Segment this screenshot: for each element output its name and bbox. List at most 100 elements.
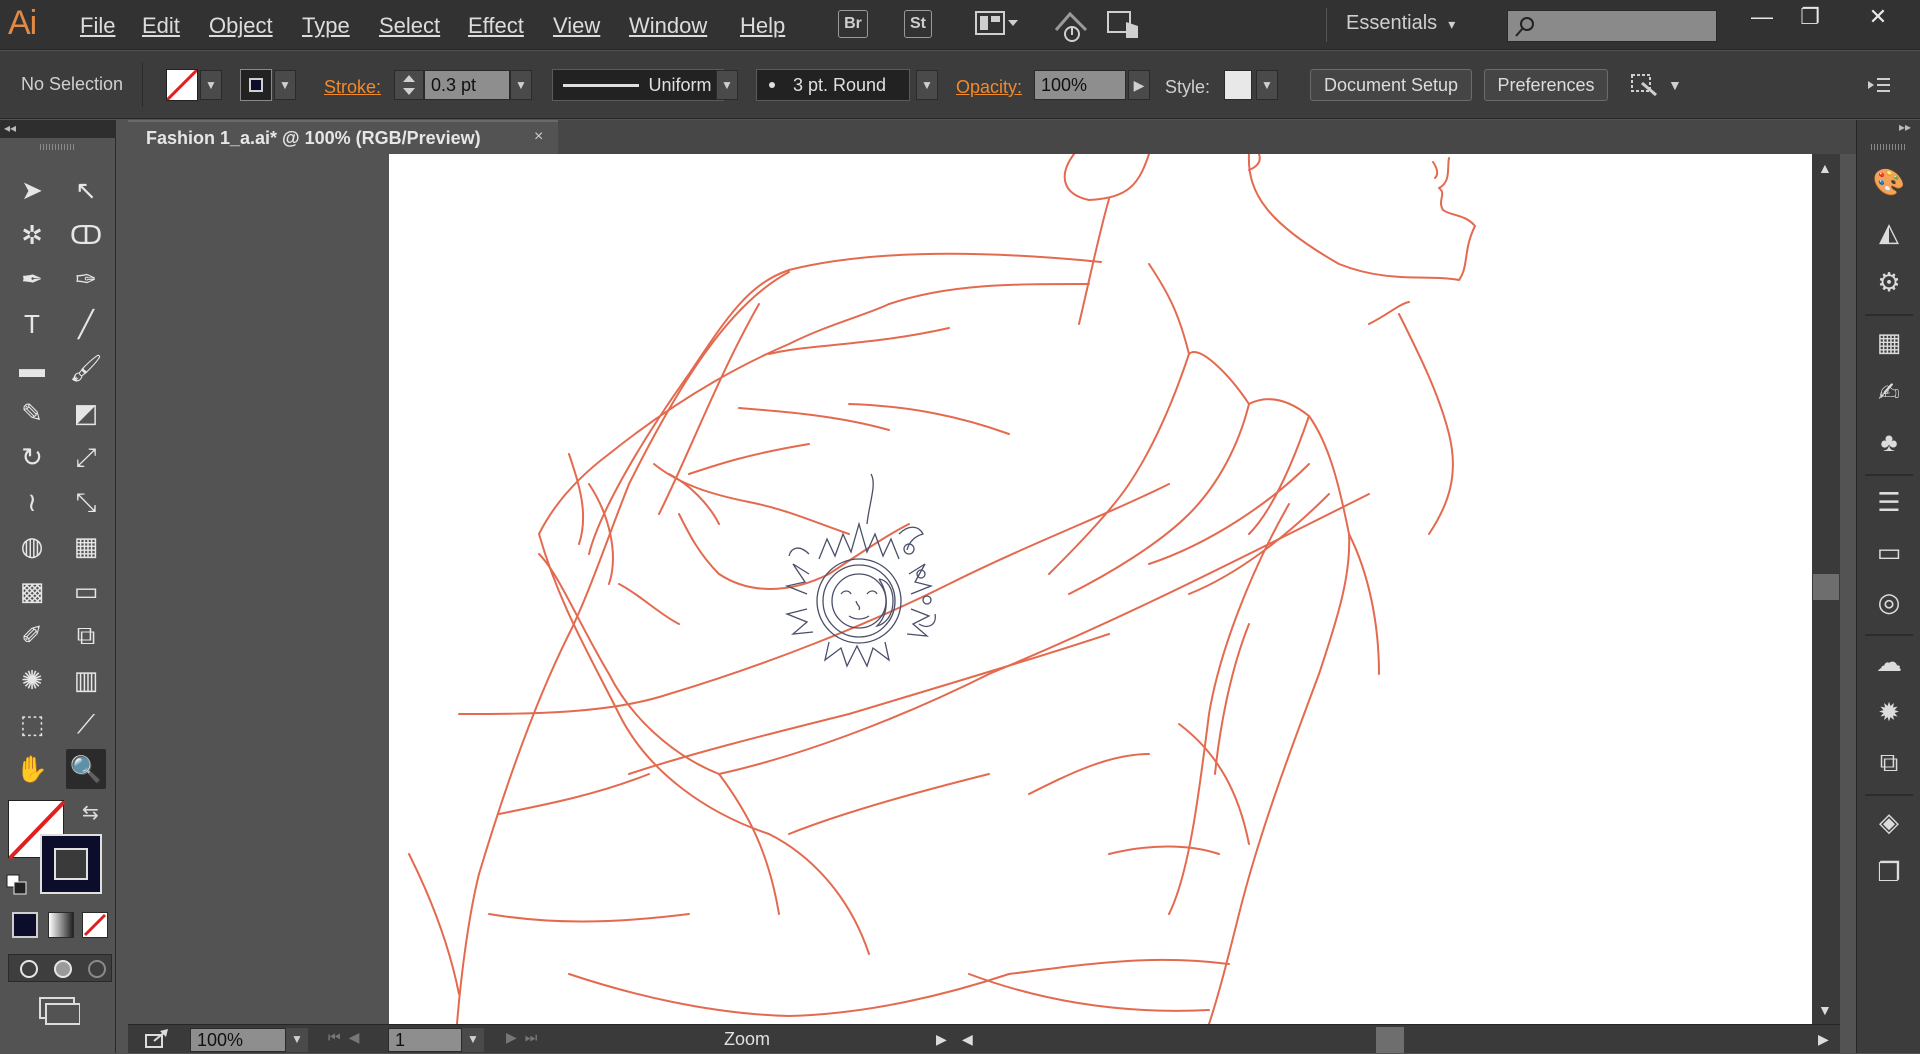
artboard-dropdown[interactable]: ▼ xyxy=(462,1028,484,1052)
none-mode-icon[interactable] xyxy=(82,912,108,938)
menu-edit[interactable]: Edit xyxy=(142,13,180,39)
warp-tool-icon[interactable]: ≀ xyxy=(12,482,52,522)
color-mode-icon[interactable] xyxy=(12,912,38,938)
graphic-styles-panel-icon[interactable]: ⧉ xyxy=(1869,742,1909,782)
close-window-button[interactable]: ✕ xyxy=(1858,4,1898,34)
perspective-grid-tool-icon[interactable]: ▦ xyxy=(66,526,106,566)
menu-window[interactable]: Window xyxy=(629,13,707,39)
vertical-scrollbar[interactable]: ▲ ▼ xyxy=(1812,154,1840,1024)
line-tool-icon[interactable]: ╱ xyxy=(66,304,106,344)
isolate-object-icon[interactable] xyxy=(1628,69,1662,101)
opacity-field[interactable]: 100% xyxy=(1034,70,1126,100)
vertical-scroll-thumb[interactable] xyxy=(1813,574,1839,600)
color-guide-panel-icon[interactable]: ◭ xyxy=(1869,212,1909,252)
opacity-label[interactable]: Opacity: xyxy=(956,77,1022,98)
swatches-panel-icon[interactable]: ▦ xyxy=(1869,322,1909,362)
style-dropdown[interactable]: ▼ xyxy=(1256,70,1278,100)
touch-workspace-icon[interactable] xyxy=(1106,8,1144,42)
selection-tool-icon[interactable]: ➤ xyxy=(12,170,52,210)
stroke-weight-field[interactable]: 0.3 pt xyxy=(424,70,510,100)
share-icon[interactable] xyxy=(144,1029,170,1049)
artboard[interactable] xyxy=(389,153,1812,1025)
horizontal-scroll-thumb[interactable] xyxy=(1376,1027,1404,1053)
menu-type[interactable]: Type xyxy=(302,13,350,39)
artboard-tool-icon[interactable]: ⬚ xyxy=(12,704,52,744)
lasso-tool-icon[interactable]: ↀ xyxy=(66,215,106,255)
default-fill-stroke-icon[interactable] xyxy=(6,874,28,896)
zoom-tool-icon[interactable]: 🔍 xyxy=(66,748,106,789)
stroke-dropdown[interactable]: ▼ xyxy=(274,70,296,100)
gradient-mode-icon[interactable] xyxy=(48,912,74,938)
stroke-swatch[interactable] xyxy=(240,69,272,101)
workspace-switcher[interactable]: Essentials ▾ xyxy=(1346,12,1455,35)
transparency-panel-icon[interactable]: ◎ xyxy=(1869,582,1909,622)
recolor-panel-icon[interactable]: ⚙ xyxy=(1869,262,1909,302)
rectangle-tool-icon[interactable]: ▬ xyxy=(12,348,52,388)
scroll-right-icon[interactable]: ▶ xyxy=(1818,1031,1829,1048)
symbols-panel-icon[interactable]: ♣ xyxy=(1869,422,1909,462)
eraser-tool-icon[interactable]: ◩ xyxy=(66,393,106,433)
mesh-tool-icon[interactable]: ▩ xyxy=(12,571,52,611)
isolate-dropdown[interactable]: ▼ xyxy=(1668,77,1682,93)
curvature-tool-icon[interactable]: ✑ xyxy=(66,259,106,299)
gpu-performance-icon[interactable] xyxy=(1050,8,1090,44)
scroll-up-icon[interactable]: ▲ xyxy=(1818,160,1832,176)
artboard-number-field[interactable]: 1 xyxy=(388,1028,462,1052)
scroll-left-icon[interactable]: ◀ xyxy=(962,1031,973,1048)
menu-file[interactable]: File xyxy=(80,13,115,39)
scroll-down-icon[interactable]: ▼ xyxy=(1818,1002,1832,1018)
panel-grip[interactable] xyxy=(40,144,76,150)
free-transform-tool-icon[interactable]: ⤡ xyxy=(66,482,106,522)
layers-panel-icon[interactable]: ◈ xyxy=(1869,802,1909,842)
shape-builder-tool-icon[interactable]: ◍ xyxy=(12,526,52,566)
libraries-panel-icon[interactable]: ☁ xyxy=(1869,642,1909,682)
eyedropper-tool-icon[interactable]: ✐ xyxy=(12,615,52,655)
menu-select[interactable]: Select xyxy=(379,13,440,39)
menu-view[interactable]: View xyxy=(553,13,600,39)
next-last-artboard-icon[interactable]: ▶⏭ xyxy=(506,1029,545,1046)
column-graph-tool-icon[interactable]: ▥ xyxy=(66,660,106,700)
restore-button[interactable]: ❐ xyxy=(1790,4,1830,34)
document-setup-button[interactable]: Document Setup xyxy=(1310,69,1472,101)
appearance-panel-icon[interactable]: ✹ xyxy=(1869,692,1909,732)
bridge-button[interactable]: Br xyxy=(838,10,868,38)
tools-panel-header[interactable]: ◂◂ xyxy=(0,120,116,138)
color-panel-icon[interactable]: 🎨 xyxy=(1869,162,1909,202)
document-tab[interactable]: Fashion 1_a.ai* @ 100% (RGB/Preview) × xyxy=(128,120,558,154)
stroke-label[interactable]: Stroke: xyxy=(324,77,381,98)
direct-selection-tool-icon[interactable]: ↖ xyxy=(66,170,106,210)
menu-object[interactable]: Object xyxy=(209,13,273,39)
opacity-arrow[interactable]: ▶ xyxy=(1128,70,1150,100)
first-prev-artboard-icon[interactable]: ⏮◀ xyxy=(328,1029,367,1046)
menu-help[interactable]: Help xyxy=(740,13,785,39)
fill-swatch[interactable] xyxy=(165,68,199,102)
gradient-panel-icon[interactable]: ▭ xyxy=(1869,532,1909,572)
zoom-level-field[interactable]: 100% xyxy=(190,1028,286,1052)
gradient-tool-icon[interactable]: ▭ xyxy=(66,571,106,611)
brush-dropdown[interactable]: ▼ xyxy=(916,70,938,100)
artboards-panel-icon[interactable]: ❐ xyxy=(1869,852,1909,892)
swap-fill-stroke-icon[interactable]: ⇆ xyxy=(82,800,99,825)
zoom-dropdown[interactable]: ▼ xyxy=(286,1028,308,1052)
brushes-panel-icon[interactable]: ✍ xyxy=(1869,372,1909,412)
rotate-tool-icon[interactable]: ↻ xyxy=(12,437,52,477)
preferences-button[interactable]: Preferences xyxy=(1484,69,1608,101)
expand-panels-icon[interactable]: ▸▸ xyxy=(1899,120,1911,134)
status-menu-arrow[interactable]: ▶ xyxy=(936,1031,947,1048)
close-tab-icon[interactable]: × xyxy=(534,128,543,146)
stock-button[interactable]: St xyxy=(904,10,932,38)
scale-tool-icon[interactable]: ⤢ xyxy=(66,437,106,477)
hand-tool-icon[interactable]: ✋ xyxy=(12,749,52,789)
fill-dropdown[interactable]: ▼ xyxy=(200,70,222,100)
paintbrush-tool-icon[interactable]: 🖌 xyxy=(66,348,106,388)
control-panel-menu-icon[interactable] xyxy=(1864,73,1894,97)
variable-width-profile[interactable]: Uniform xyxy=(552,69,724,101)
brush-definition[interactable]: 3 pt. Round xyxy=(756,69,910,101)
profile-dropdown[interactable]: ▼ xyxy=(716,70,738,100)
help-search-input[interactable] xyxy=(1507,10,1717,42)
stroke-stepper[interactable] xyxy=(394,70,424,100)
minimize-button[interactable]: — xyxy=(1742,4,1782,34)
stroke-weight-dropdown[interactable]: ▼ xyxy=(510,70,532,100)
stroke-panel-icon[interactable]: ☰ xyxy=(1869,482,1909,522)
menu-effect[interactable]: Effect xyxy=(468,13,524,39)
